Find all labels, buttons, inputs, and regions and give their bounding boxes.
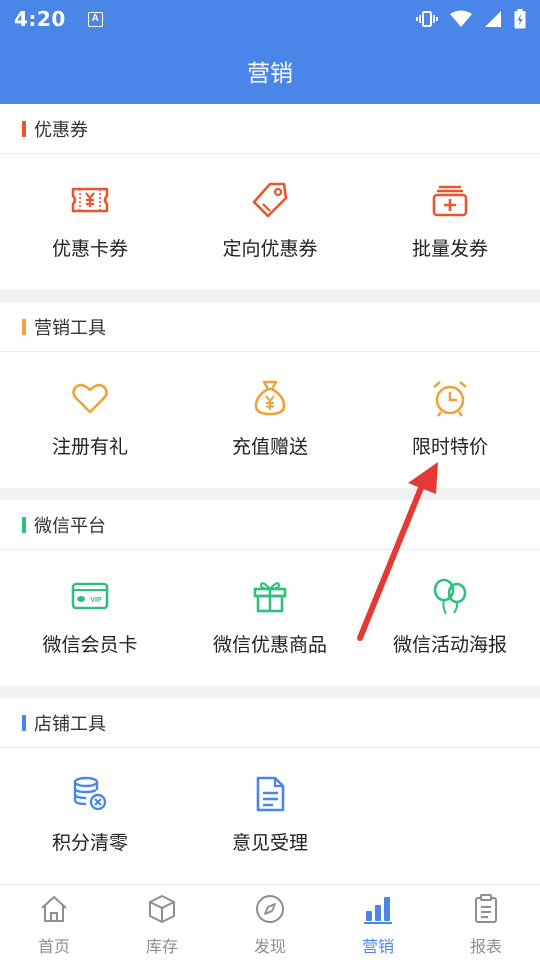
section-header: 微信平台 <box>0 500 540 550</box>
system-icons <box>416 9 526 29</box>
batch-coupon-icon <box>432 185 468 217</box>
tab-reports[interactable]: 报表 <box>432 885 540 960</box>
section-title: 微信平台 <box>34 515 106 537</box>
tab-label: 营销 <box>361 937 394 956</box>
vibrate-icon <box>416 11 438 27</box>
section-header: 营销工具 <box>0 302 540 352</box>
signal-icon <box>485 11 501 27</box>
compass-icon <box>256 895 284 923</box>
gift-icon <box>253 582 287 613</box>
tab-label: 首页 <box>37 937 70 956</box>
section-accent-bar <box>22 714 26 731</box>
section-marketing-tools: 营销工具 注册有礼 充值赠送 限时特价 <box>0 302 540 488</box>
tab-home[interactable]: 首页 <box>0 885 108 960</box>
register-gift-button[interactable]: 注册有礼 <box>0 352 180 488</box>
money-bag-icon <box>254 380 286 416</box>
item-label: 限时特价 <box>411 436 488 458</box>
tab-label: 发现 <box>253 937 286 956</box>
item-label: 意见受理 <box>231 832 308 854</box>
battery-icon <box>514 9 526 29</box>
item-label: 充值赠送 <box>231 436 308 458</box>
bottom-tab-bar: 首页 库存 发现 营销 报表 <box>0 884 540 960</box>
section-header: 优惠券 <box>0 104 540 154</box>
clipboard-icon <box>475 894 497 923</box>
item-label: 注册有礼 <box>51 436 128 458</box>
page-title: 营销 <box>247 61 293 87</box>
section-header: 店铺工具 <box>0 698 540 748</box>
alarm-clock-icon <box>433 381 467 417</box>
tab-discover[interactable]: 发现 <box>216 885 324 960</box>
section-accent-bar <box>22 516 26 533</box>
wechat-event-poster-button[interactable]: 微信活动海报 <box>360 550 540 686</box>
points-reset-button[interactable]: 积分清零 <box>0 748 180 884</box>
recharge-gift-button[interactable]: 充值赠送 <box>180 352 360 488</box>
flash-sale-button[interactable]: 限时特价 <box>360 352 540 488</box>
item-label: 微信优惠商品 <box>212 634 327 656</box>
heart-icon <box>72 383 108 414</box>
box-icon <box>149 895 175 923</box>
home-icon <box>41 896 67 922</box>
item-label: 积分清零 <box>51 832 128 854</box>
tag-icon <box>252 182 288 218</box>
item-label: 批量发券 <box>411 238 488 260</box>
item-label: 优惠卡券 <box>51 238 128 260</box>
section-title: 店铺工具 <box>34 713 106 735</box>
targeted-coupon-button[interactable]: 定向优惠券 <box>180 154 360 290</box>
section-coupons: 优惠券 优惠卡券 定向优惠券 批量发券 <box>0 104 540 290</box>
document-icon <box>256 776 285 812</box>
coupon-card-button[interactable]: 优惠卡券 <box>0 154 180 290</box>
ticket-icon <box>71 187 109 213</box>
wechat-discount-goods-button[interactable]: 微信优惠商品 <box>180 550 360 686</box>
tab-label: 报表 <box>469 937 502 956</box>
empty-cell <box>360 748 540 884</box>
item-label: 微信会员卡 <box>42 634 138 656</box>
section-accent-bar <box>22 318 26 335</box>
balloons-icon <box>433 578 467 615</box>
section-wechat-platform: 微信平台 VIP 微信会员卡 微信优惠商品 微信活动海报 <box>0 500 540 686</box>
section-accent-bar <box>22 120 26 137</box>
marketing-content: 优惠券 优惠卡券 定向优惠券 批量发券 营销工具 注册有礼 充值赠送 限时特价 … <box>0 104 540 896</box>
wechat-member-card-button[interactable]: VIP 微信会员卡 <box>0 550 180 686</box>
section-title: 营销工具 <box>34 317 106 339</box>
batch-coupon-button[interactable]: 批量发券 <box>360 154 540 290</box>
status-bar: 4:20 A <box>0 0 540 38</box>
item-label: 微信活动海报 <box>392 634 507 656</box>
status-time: 4:20 <box>14 7 66 31</box>
section-store-tools: 店铺工具 积分清零 意见受理 <box>0 698 540 884</box>
svg-text:VIP: VIP <box>90 597 102 604</box>
title-bar: 营销 <box>0 38 540 104</box>
item-label: 定向优惠券 <box>222 238 318 260</box>
tab-label: 库存 <box>145 937 178 956</box>
section-title: 优惠券 <box>34 119 88 141</box>
tab-inventory[interactable]: 库存 <box>108 885 216 960</box>
wifi-icon <box>450 10 472 27</box>
feedback-handling-button[interactable]: 意见受理 <box>180 748 360 884</box>
vip-card-icon: VIP <box>71 582 109 610</box>
notification-a-icon: A <box>87 11 103 27</box>
bar-chart-icon <box>364 897 392 924</box>
coins-clear-icon <box>73 776 107 811</box>
tab-marketing[interactable]: 营销 <box>324 885 432 960</box>
